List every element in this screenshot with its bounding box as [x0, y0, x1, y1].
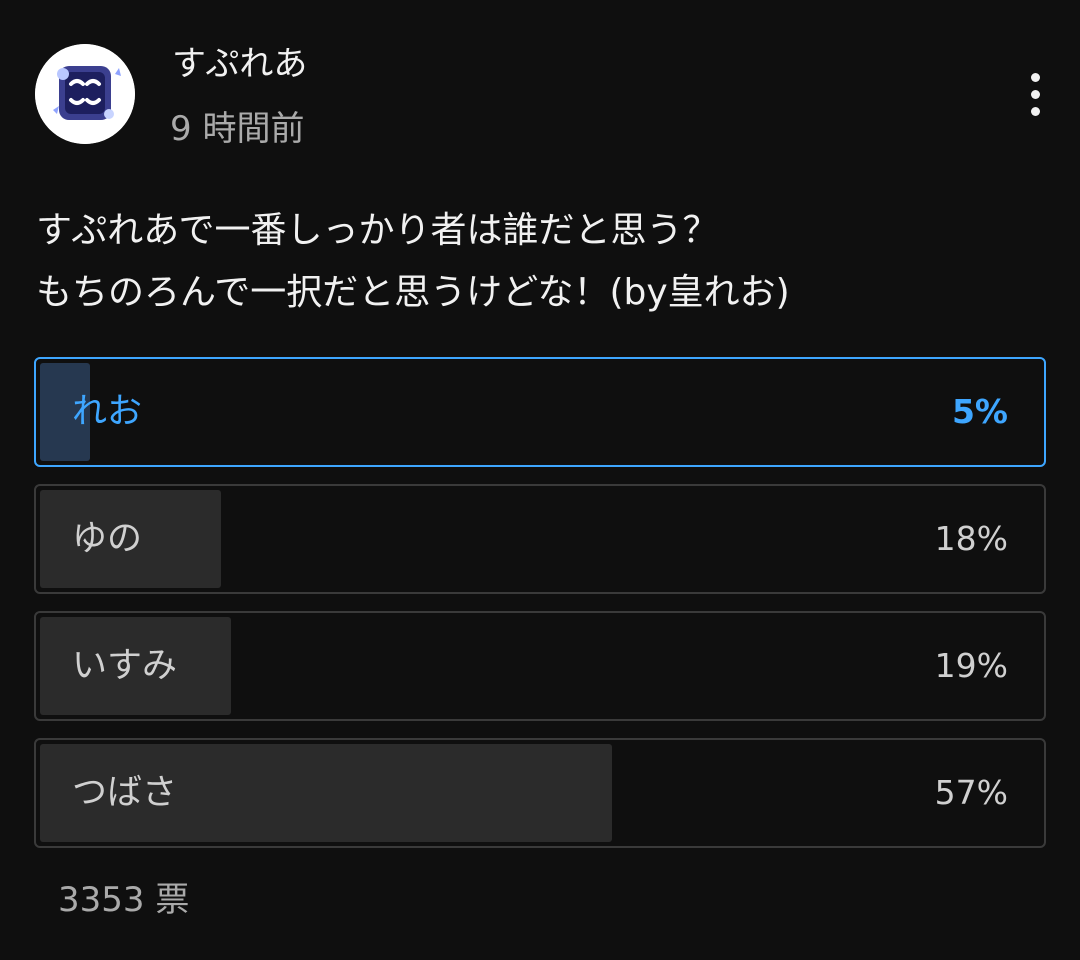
channel-logo-icon	[35, 44, 135, 144]
more-vertical-icon	[1030, 72, 1040, 82]
channel-name[interactable]: すぷれあ	[172, 40, 307, 88]
channel-avatar[interactable]	[35, 44, 135, 144]
poll-option[interactable]: れお 5%	[34, 357, 1046, 467]
poll-option-percent: 19%	[934, 646, 1008, 685]
post-timestamp: 9 時間前	[170, 109, 305, 149]
poll-option-percent: 5%	[951, 392, 1008, 431]
poll-option[interactable]: つばさ 57%	[34, 738, 1046, 848]
poll-option[interactable]: ゆの 18%	[34, 484, 1046, 594]
vote-count: 3353 票	[58, 880, 190, 920]
poll-option-percent: 57%	[934, 773, 1008, 812]
poll-option-label: つばさ	[72, 773, 178, 813]
poll-option-label: れお	[72, 392, 143, 432]
poll-option-label: ゆの	[72, 519, 143, 559]
poll-option[interactable]: いすみ 19%	[34, 611, 1046, 721]
post-text: すぷれあで一番しっかり者は誰だと思う？ もちのろんで一択だと思うけどな！(by皇…	[36, 210, 790, 313]
poll-option-percent: 18%	[934, 519, 1008, 558]
more-options-button[interactable]	[1010, 66, 1060, 122]
poll-option-label: いすみ	[72, 646, 178, 686]
